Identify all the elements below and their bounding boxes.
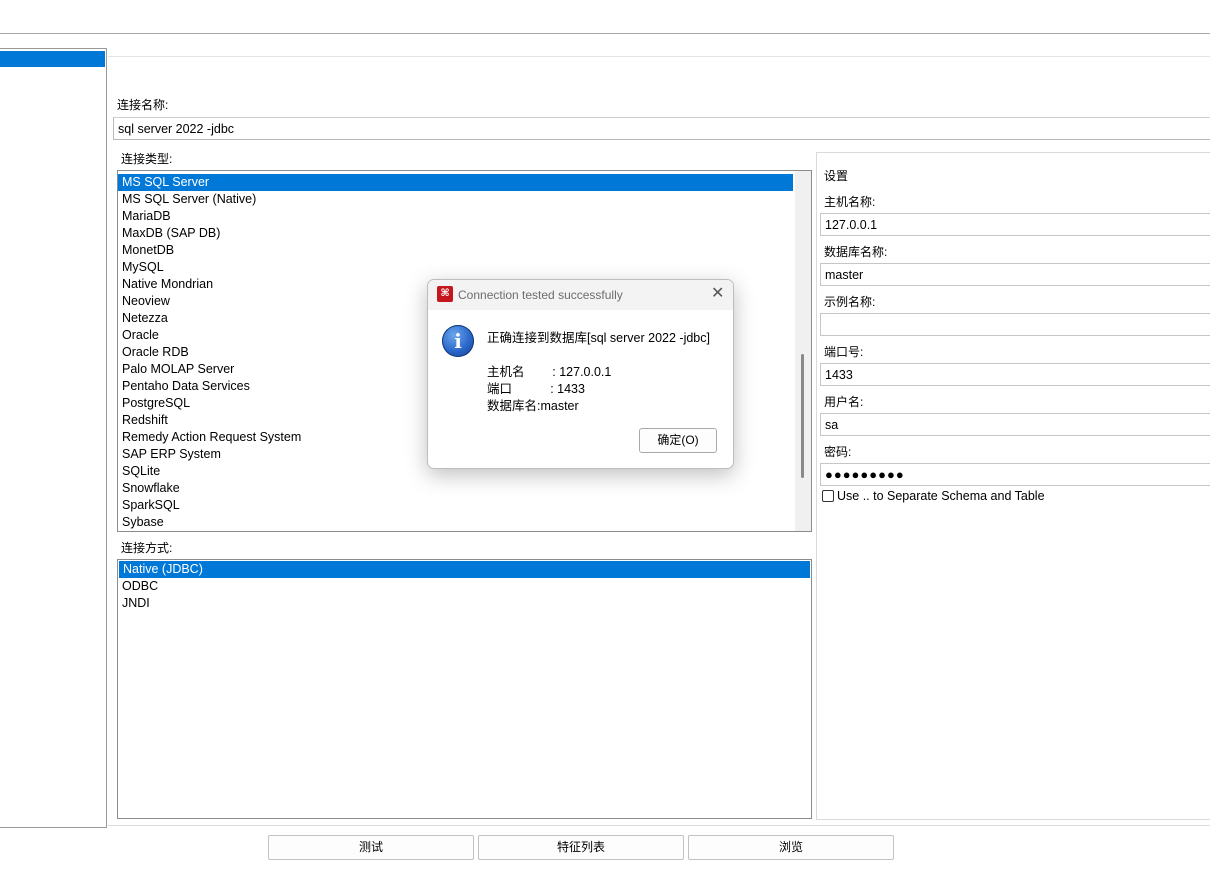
- explore-button[interactable]: 浏览: [688, 835, 894, 860]
- connection-type-label: 连接类型:: [121, 152, 173, 166]
- connection-name-label: 连接名称:: [117, 98, 169, 112]
- database-input[interactable]: [820, 263, 1210, 286]
- ok-button[interactable]: 确定(O): [639, 428, 717, 453]
- password-label: 密码:: [824, 445, 852, 459]
- form-bottom-divider: [108, 825, 1210, 826]
- left-category-selected-item[interactable]: [0, 51, 105, 67]
- dialog-database-line: 数据库名:master: [487, 399, 579, 413]
- connection-name-input[interactable]: [113, 117, 1210, 140]
- top-divider: [0, 33, 1210, 34]
- connection-type-item[interactable]: MS SQL Server: [118, 174, 793, 191]
- separate-schema-label: Use .. to Separate Schema and Table: [837, 489, 1045, 503]
- feature-list-button[interactable]: 特征列表: [478, 835, 684, 860]
- info-icon: i: [442, 325, 474, 357]
- connection-type-item[interactable]: Sybase: [118, 514, 811, 531]
- connection-type-item[interactable]: Snowflake: [118, 480, 811, 497]
- access-method-list[interactable]: Native (JDBC) ODBC JNDI: [117, 559, 812, 819]
- password-input[interactable]: [820, 463, 1210, 486]
- access-method-items: Native (JDBC) ODBC JNDI: [118, 561, 811, 612]
- connection-type-item[interactable]: MariaDB: [118, 208, 811, 225]
- dialog-message: 正确连接到数据库[sql server 2022 -jdbc]: [487, 331, 710, 345]
- left-category-panel[interactable]: [0, 48, 107, 828]
- username-input[interactable]: [820, 413, 1210, 436]
- settings-title: 设置: [824, 169, 849, 183]
- instance-label: 示例名称:: [824, 295, 876, 309]
- username-label: 用户名:: [824, 395, 864, 409]
- database-label: 数据库名称:: [824, 245, 888, 259]
- connection-success-dialog: ⌘ Connection tested successfully ✕ i 正确连…: [427, 279, 734, 469]
- connection-type-item[interactable]: MySQL: [118, 259, 811, 276]
- connection-type-item[interactable]: MonetDB: [118, 242, 811, 259]
- access-method-item[interactable]: ODBC: [118, 578, 811, 595]
- access-method-item[interactable]: Native (JDBC): [119, 561, 810, 578]
- port-label: 端口号:: [824, 345, 864, 359]
- host-input[interactable]: [820, 213, 1210, 236]
- access-method-label: 连接方式:: [121, 541, 173, 555]
- test-button[interactable]: 测试: [268, 835, 474, 860]
- access-method-item[interactable]: JNDI: [118, 595, 811, 612]
- top-divider-inner: [108, 56, 1210, 57]
- dialog-title: Connection tested successfully: [458, 288, 623, 302]
- connection-type-item[interactable]: MaxDB (SAP DB): [118, 225, 811, 242]
- host-label: 主机名称:: [824, 195, 876, 209]
- port-input[interactable]: [820, 363, 1210, 386]
- close-icon[interactable]: ✕: [711, 285, 724, 303]
- connection-type-item[interactable]: MS SQL Server (Native): [118, 191, 811, 208]
- instance-input[interactable]: [820, 313, 1210, 336]
- separate-schema-checkbox[interactable]: [822, 490, 834, 502]
- app-logo-icon: ⌘: [437, 286, 453, 302]
- connection-type-item[interactable]: SparkSQL: [118, 497, 811, 514]
- connection-type-scroll-thumb[interactable]: [801, 354, 804, 478]
